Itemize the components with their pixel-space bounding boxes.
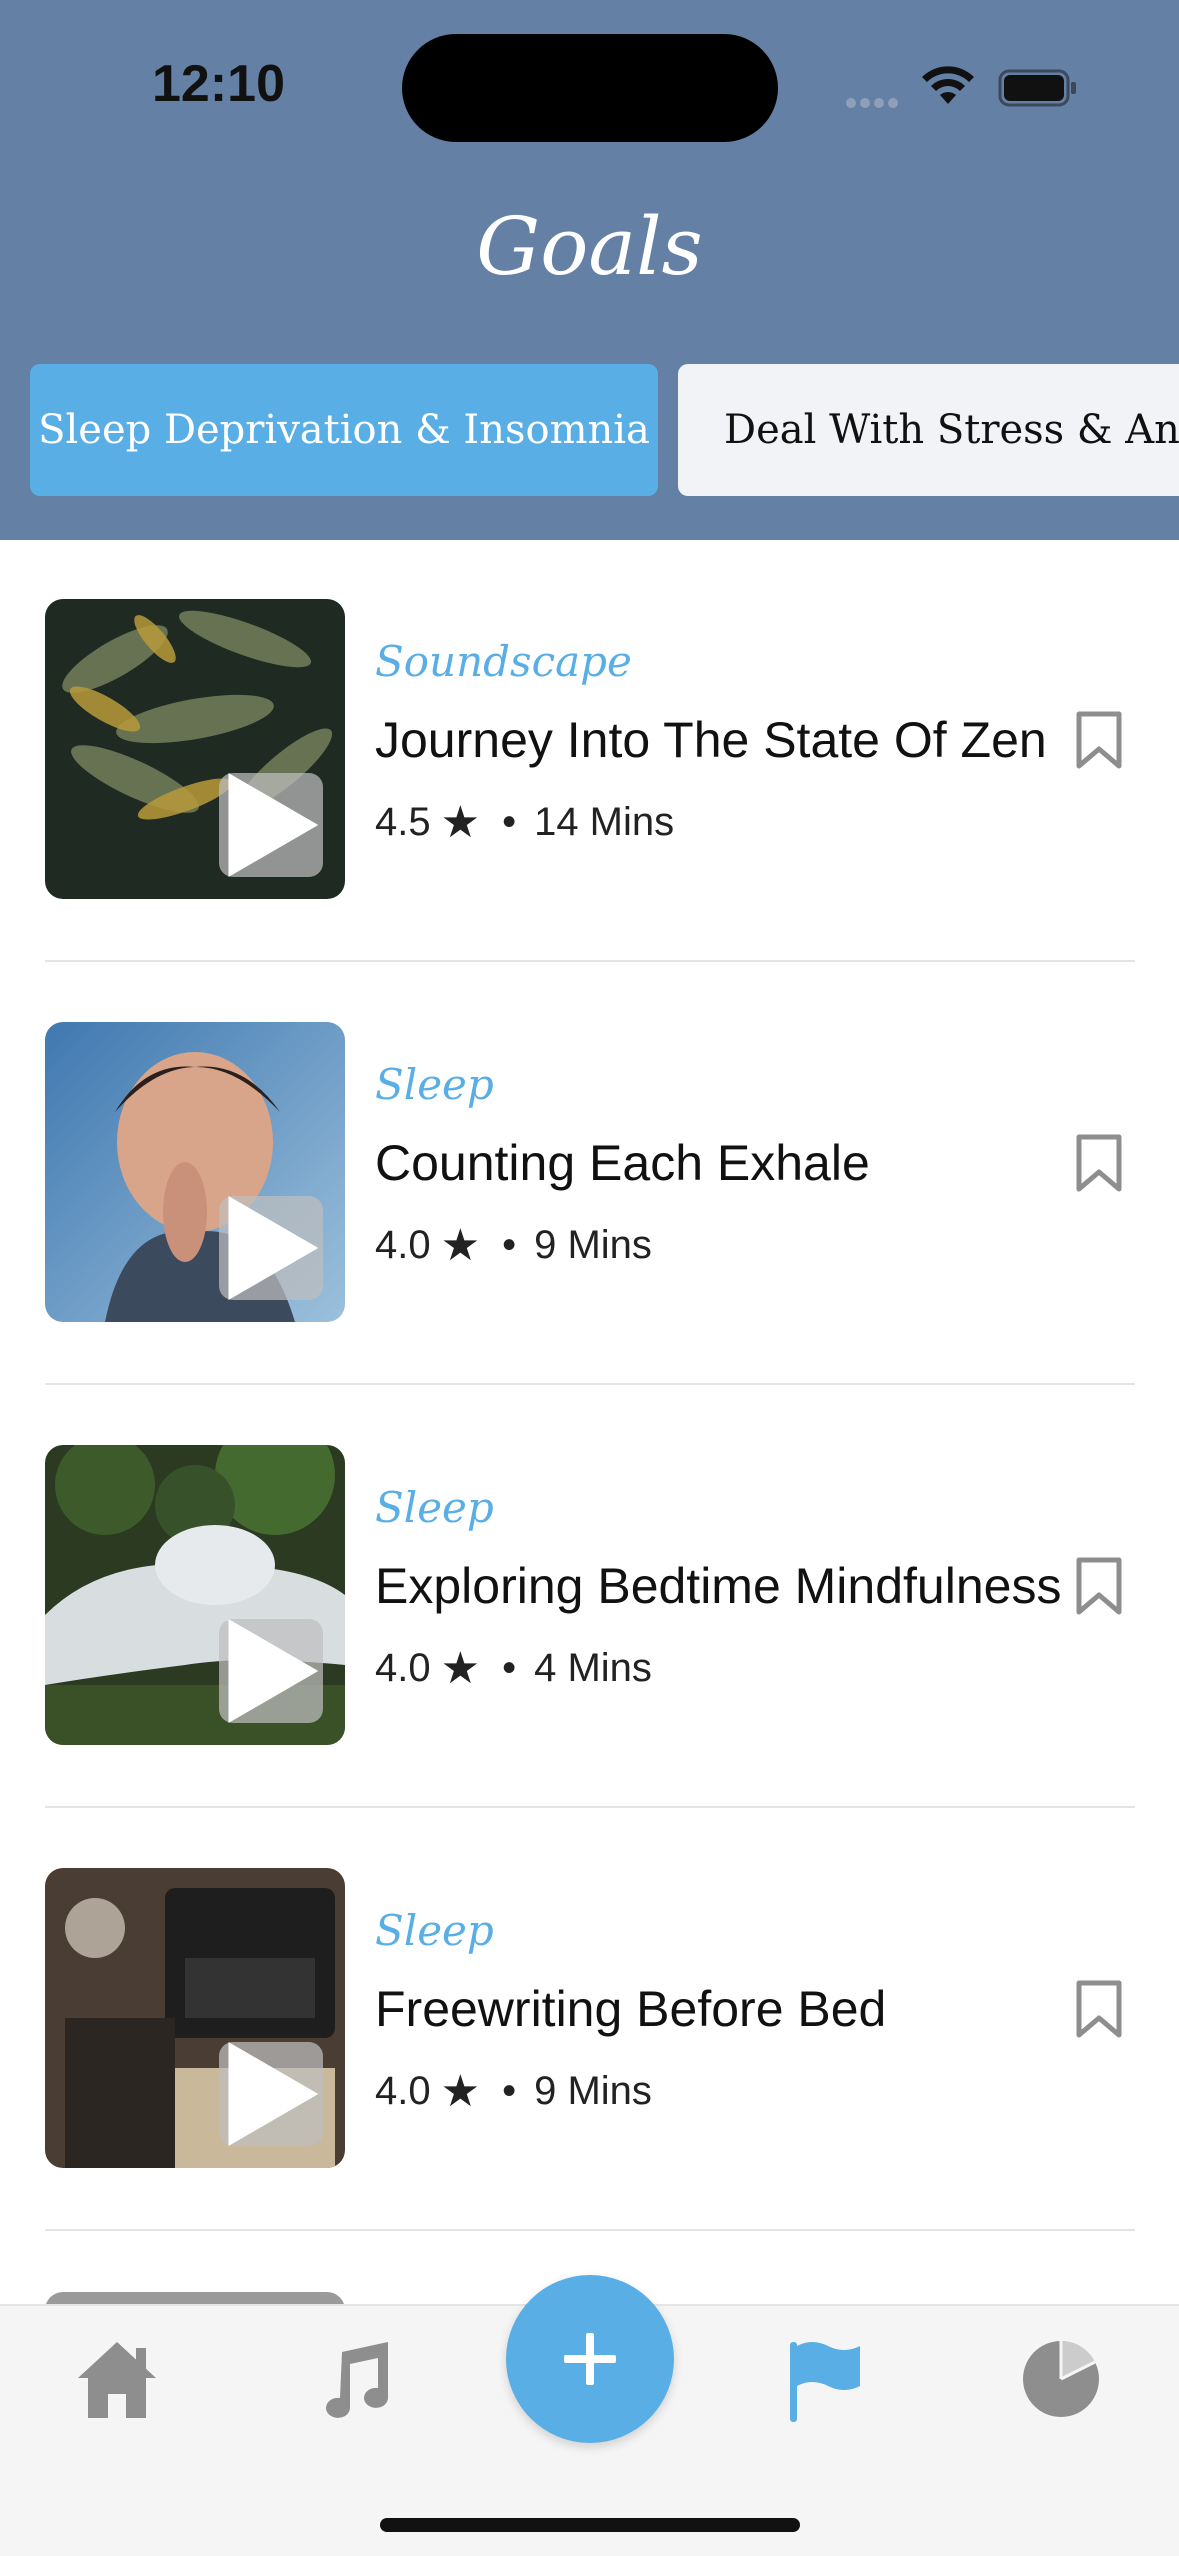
divider — [45, 1806, 1135, 1808]
play-button[interactable] — [219, 2042, 323, 2146]
item-duration: 9 Mins — [534, 1223, 652, 1267]
list-item[interactable]: Sleep Exploring Bedtime Mindfulness 4.0 … — [45, 1445, 1135, 1745]
separator-dot: • — [502, 800, 517, 844]
thumbnail-image — [45, 1022, 345, 1322]
home-indicator — [380, 2518, 800, 2532]
star-icon: ★ — [440, 798, 481, 847]
item-title: Freewriting Before Bed — [375, 1981, 887, 2037]
item-category: Sleep — [375, 1906, 494, 1955]
item-title: Counting Each Exhale — [375, 1135, 870, 1191]
dynamic-island — [402, 34, 778, 142]
item-duration: 9 Mins — [534, 2069, 652, 2113]
bookmark-icon[interactable] — [1075, 1557, 1123, 1615]
play-icon — [228, 773, 319, 877]
play-button[interactable] — [219, 1619, 323, 1723]
item-title: Journey Into The State Of Zen — [375, 712, 1047, 768]
tab-sleep-deprivation[interactable]: Sleep Deprivation & Insomnia — [30, 364, 658, 496]
battery-icon — [998, 69, 1076, 107]
star-icon: ★ — [440, 1644, 481, 1693]
pie-chart-icon[interactable] — [1020, 2338, 1102, 2420]
item-title: Exploring Bedtime Mindfulness — [375, 1558, 1062, 1614]
wifi-icon — [922, 66, 974, 104]
thumbnail-image — [45, 1868, 345, 2168]
thumbnail-image — [45, 599, 345, 899]
item-rating: 4.0 — [375, 1646, 431, 1690]
item-meta: 4.5 ★ • 14 Mins — [375, 797, 674, 848]
play-icon — [228, 1196, 319, 1300]
tab-stress-anxiety[interactable]: Deal With Stress & Anxiety — [678, 364, 1179, 496]
item-category: Sleep — [375, 1483, 494, 1532]
separator-dot: • — [502, 1646, 517, 1690]
divider — [45, 2229, 1135, 2231]
item-category: Soundscape — [375, 637, 632, 686]
add-button[interactable] — [506, 2275, 674, 2443]
bookmark-icon[interactable] — [1075, 1134, 1123, 1192]
divider — [45, 1383, 1135, 1385]
thumbnail-image — [45, 1445, 345, 1745]
music-icon[interactable] — [318, 2338, 392, 2422]
star-icon: ★ — [440, 2067, 481, 2116]
bookmark-icon[interactable] — [1075, 1980, 1123, 2038]
bookmark-icon[interactable] — [1075, 711, 1123, 769]
home-icon[interactable] — [74, 2338, 160, 2422]
item-category: Sleep — [375, 1060, 494, 1109]
list-item[interactable]: Sleep Counting Each Exhale 4.0 ★ • 9 Min… — [45, 1022, 1135, 1322]
separator-dot: • — [502, 1223, 517, 1267]
item-rating: 4.5 — [375, 800, 431, 844]
goal-tabs: Sleep Deprivation & Insomnia Deal With S… — [30, 364, 1179, 498]
play-icon — [228, 1619, 319, 1723]
plus-icon — [564, 2333, 616, 2385]
play-icon — [228, 2042, 319, 2146]
item-rating: 4.0 — [375, 2069, 431, 2113]
status-time: 12:10 — [152, 55, 285, 113]
page-title: Goals — [476, 200, 703, 293]
play-button[interactable] — [219, 1196, 323, 1300]
star-icon: ★ — [440, 1221, 481, 1270]
play-button[interactable] — [219, 773, 323, 877]
item-duration: 14 Mins — [534, 800, 675, 844]
flag-icon[interactable] — [788, 2338, 862, 2424]
divider — [45, 960, 1135, 962]
item-meta: 4.0 ★ • 4 Mins — [375, 1643, 652, 1694]
item-meta: 4.0 ★ • 9 Mins — [375, 1220, 652, 1271]
list-item[interactable]: Sleep Freewriting Before Bed 4.0 ★ • 9 M… — [45, 1868, 1135, 2168]
item-duration: 4 Mins — [534, 1646, 652, 1690]
item-rating: 4.0 — [375, 1223, 431, 1267]
list-item[interactable]: Soundscape Journey Into The State Of Zen… — [45, 599, 1135, 899]
header: 12:10 Goals Sleep Deprivation & Insomnia… — [0, 0, 1179, 540]
separator-dot: • — [502, 2069, 517, 2113]
item-meta: 4.0 ★ • 9 Mins — [375, 2066, 652, 2117]
signal-icon — [846, 95, 906, 108]
